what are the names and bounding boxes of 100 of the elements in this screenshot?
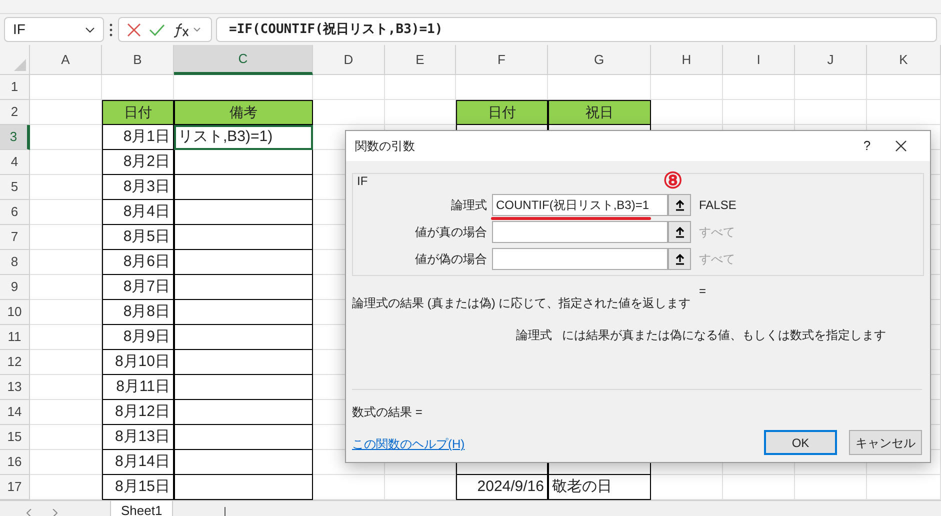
table-cell: 8月9日 (102, 325, 174, 350)
row-header[interactable]: 3 (0, 125, 30, 150)
table-cell: 8月2日 (102, 150, 174, 175)
row-header[interactable]: 10 (0, 300, 30, 325)
argument-field[interactable] (492, 221, 668, 243)
grid-cell (30, 75, 102, 100)
table-cell: 8月14日 (102, 450, 174, 475)
table-cell: 8月13日 (102, 425, 174, 450)
help-button[interactable]: ? (857, 136, 877, 156)
grid-cell (30, 375, 102, 400)
argument-result: すべて (699, 224, 735, 241)
argument-field[interactable] (492, 248, 668, 270)
grid-cell (30, 450, 102, 475)
help-link[interactable]: この関数のヘルプ(H) (352, 435, 465, 453)
next-sheet-icon[interactable] (52, 509, 58, 516)
argument-label: 値が偽の場合 (414, 251, 487, 268)
collapse-dialog-button[interactable] (668, 194, 691, 216)
table-cell: 8月5日 (102, 225, 174, 250)
argument-label: 論理式 (450, 197, 487, 214)
collapse-dialog-button[interactable] (668, 221, 691, 243)
table-cell: 8月6日 (102, 250, 174, 275)
row-header[interactable]: 14 (0, 400, 30, 425)
column-header[interactable]: C (174, 45, 313, 75)
column-header[interactable]: E (385, 45, 456, 75)
function-description: 論理式の結果 (真または偽) に応じて、指定された値を返します (352, 295, 692, 312)
grid-cell (313, 75, 385, 100)
column-title: 日付 (102, 100, 174, 125)
function-name: IF (357, 173, 368, 190)
cancel-icon[interactable] (127, 22, 141, 36)
grid-cell (30, 350, 102, 375)
argument-description: には結果が真または偽になる値、もしくは数式を指定します (562, 327, 886, 344)
table-cell: 8月11日 (102, 375, 174, 400)
row-header[interactable]: 16 (0, 450, 30, 475)
argument-result: FALSE (699, 197, 736, 214)
row-header[interactable]: 17 (0, 475, 30, 500)
formula-bar[interactable]: =IF(COUNTIF(祝日リスト,B3)=1) (216, 17, 937, 42)
column-header[interactable]: G (548, 45, 651, 75)
more-options-icon[interactable] (108, 22, 114, 36)
argument-label: 値が真の場合 (414, 224, 487, 241)
column-title: 祝日 (548, 100, 651, 125)
table-cell: 8月4日 (102, 200, 174, 225)
row-header[interactable]: 12 (0, 350, 30, 375)
upload-arrow-icon (674, 226, 684, 238)
formula-text: =IF(COUNTIF(祝日リスト,B3)=1) (229, 20, 443, 39)
column-header[interactable]: H (651, 45, 723, 75)
row-header[interactable]: 13 (0, 375, 30, 400)
argument-name: 論理式 (516, 327, 552, 344)
dialog-button[interactable]: キャンセル (849, 430, 922, 455)
row-header[interactable]: 1 (0, 75, 30, 100)
column-header[interactable]: F (456, 45, 548, 75)
grid-cell (30, 300, 102, 325)
argument-field[interactable]: COUNTIF(祝日リスト,B3)=1 (492, 194, 668, 216)
chevron-down-icon (85, 26, 95, 32)
grid-cell (30, 125, 102, 150)
column-header[interactable]: K (867, 45, 941, 75)
grid-cell (30, 400, 102, 425)
table-cell: 8月12日 (102, 400, 174, 425)
grid-cell (30, 325, 102, 350)
function-result: = (699, 283, 706, 300)
row-header[interactable]: 11 (0, 325, 30, 350)
grid-cell (30, 200, 102, 225)
row-header[interactable]: 4 (0, 150, 30, 175)
grid-cell (30, 275, 102, 300)
close-icon[interactable] (895, 140, 907, 152)
dialog-button[interactable]: OK (764, 430, 837, 455)
row-header[interactable]: 7 (0, 225, 30, 250)
grid-cell (30, 225, 102, 250)
grid-cell (30, 150, 102, 175)
row-header[interactable]: 8 (0, 250, 30, 275)
sheet-tab[interactable]: Sheet1 (110, 501, 174, 516)
upload-arrow-icon (674, 254, 684, 264)
table-cell: 8月8日 (102, 300, 174, 325)
column-header[interactable]: A (30, 45, 102, 75)
table-cell: 8月7日 (102, 275, 174, 300)
column-header[interactable]: I (723, 45, 795, 75)
name-box-value: IF (13, 20, 26, 39)
row-header[interactable]: 2 (0, 100, 30, 125)
row-header[interactable]: 15 (0, 425, 30, 450)
formula-result: 数式の結果 = (352, 404, 422, 421)
argument-result: すべて (699, 251, 735, 268)
grid-cell (30, 175, 102, 200)
check-icon[interactable] (149, 24, 165, 36)
name-box[interactable]: IF (4, 17, 104, 42)
grid-cell (795, 75, 867, 100)
grid-cell (385, 75, 456, 100)
upload-arrow-icon (674, 200, 684, 210)
previous-sheet-icon[interactable] (26, 509, 32, 516)
dialog-title: 関数の引数 (355, 138, 416, 155)
column-header[interactable]: J (795, 45, 867, 75)
step-number: ⑧ (663, 170, 683, 192)
column-header[interactable]: B (102, 45, 174, 75)
row-header[interactable]: 6 (0, 200, 30, 225)
table-cell: 8月10日 (102, 350, 174, 375)
insert-function-icon[interactable] (173, 22, 203, 38)
active-cell[interactable]: リスト,B3)=1) (174, 125, 313, 150)
collapse-dialog-button[interactable] (668, 248, 691, 270)
row-header[interactable]: 9 (0, 275, 30, 300)
column-header[interactable]: D (313, 45, 385, 75)
row-header[interactable]: 5 (0, 175, 30, 200)
grid-cell (651, 75, 723, 100)
